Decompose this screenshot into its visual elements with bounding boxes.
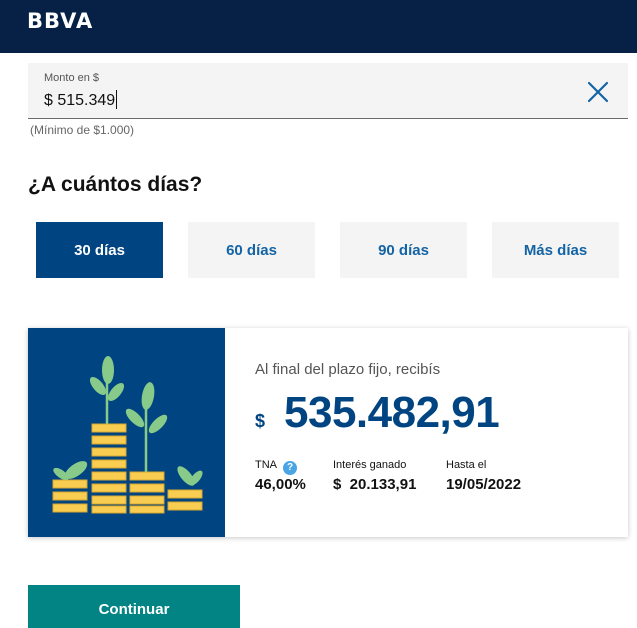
days-option-more[interactable]: Más días bbox=[492, 222, 619, 278]
days-question: ¿A cuántos días? bbox=[28, 173, 203, 196]
minimum-hint: (Mínimo de $1.000) bbox=[30, 123, 135, 137]
text-caret bbox=[116, 90, 118, 109]
until-label: Hasta el bbox=[446, 459, 487, 471]
amount-input[interactable]: $ 515.349 bbox=[44, 90, 118, 110]
interest-value: $ 20.133,91 bbox=[333, 476, 417, 493]
interest-label: Interés ganado bbox=[333, 459, 407, 471]
days-option-60[interactable]: 60 días bbox=[188, 222, 315, 278]
amount-field[interactable]: Monto en $ $ 515.349 bbox=[28, 63, 628, 119]
tna-value: 46,00% bbox=[255, 476, 306, 493]
continue-button[interactable]: Continuar bbox=[28, 585, 240, 628]
result-subtitle: Al final del plazo fijo, recibís bbox=[255, 361, 441, 378]
until-value: 19/05/2022 bbox=[446, 476, 522, 493]
tna-label-text: TNA bbox=[255, 459, 277, 471]
days-option-90[interactable]: 90 días bbox=[340, 222, 467, 278]
amount-label: Monto en $ bbox=[44, 72, 100, 84]
close-icon[interactable] bbox=[586, 80, 610, 104]
days-option-30[interactable]: 30 días bbox=[36, 222, 163, 278]
coins-plants-illustration bbox=[28, 328, 225, 537]
question-mark-icon[interactable]: ? bbox=[283, 461, 297, 475]
bbva-logo[interactable]: BBVA bbox=[27, 9, 93, 33]
final-amount: 535.482,91 bbox=[284, 388, 500, 437]
currency-symbol: $ bbox=[255, 411, 266, 431]
tna-label: TNA? bbox=[255, 459, 297, 475]
result-card: Al final del plazo fijo, recibís $ 535.4… bbox=[28, 328, 628, 537]
top-bar: BBVA bbox=[0, 0, 637, 53]
amount-value: $ 515.349 bbox=[44, 92, 116, 109]
